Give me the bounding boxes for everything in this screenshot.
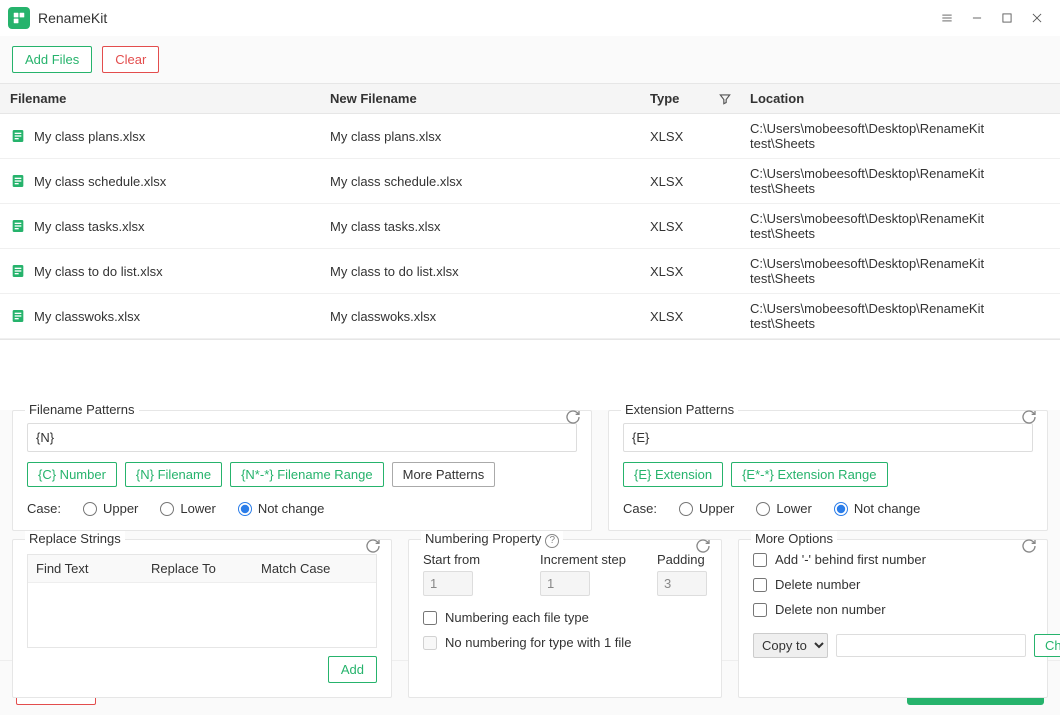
cell-new-filename: My class to do list.xlsx — [320, 249, 640, 293]
replace-strings-body[interactable] — [28, 583, 376, 647]
table-row[interactable]: My class tasks.xlsxMy class tasks.xlsxXL… — [0, 204, 1060, 249]
filename-patterns-panel: Filename Patterns {C} Number {N} Filenam… — [12, 410, 592, 531]
cell-filename: My class tasks.xlsx — [0, 204, 320, 248]
cell-type: XLSX — [640, 159, 740, 203]
cell-type: XLSX — [640, 114, 740, 158]
th-filename[interactable]: Filename — [0, 84, 320, 113]
no-numbering-1-file-checkbox[interactable]: No numbering for type with 1 file — [423, 635, 707, 650]
cell-type: XLSX — [640, 249, 740, 293]
app-icon — [8, 7, 30, 29]
cell-new-filename: My classwoks.xlsx — [320, 294, 640, 338]
cell-new-filename: My class plans.xlsx — [320, 114, 640, 158]
titlebar: RenameKit — [0, 0, 1060, 36]
delete-number-checkbox[interactable]: Delete number — [753, 577, 1033, 592]
cell-location: C:\Users\mobeesoft\Desktop\RenameKit tes… — [740, 114, 1060, 158]
minimize-icon[interactable] — [962, 3, 992, 33]
ext-case-upper-radio[interactable]: Upper — [679, 501, 734, 516]
numbering-each-type-checkbox[interactable]: Numbering each file type — [423, 610, 707, 625]
start-from-input[interactable] — [423, 571, 473, 596]
refresh-icon[interactable] — [695, 538, 713, 556]
toolbar: Add Files Clear — [0, 36, 1060, 83]
extension-patterns-panel: Extension Patterns {E} Extension {E*-*} … — [608, 410, 1048, 531]
cell-filename: My class schedule.xlsx — [0, 159, 320, 203]
table-row[interactable]: My class plans.xlsxMy class plans.xlsxXL… — [0, 114, 1060, 159]
filename-pattern-input[interactable] — [27, 423, 577, 452]
cell-new-filename: My class tasks.xlsx — [320, 204, 640, 248]
tag-filename-range[interactable]: {N*-*} Filename Range — [230, 462, 384, 487]
help-icon[interactable]: ? — [545, 534, 559, 548]
cell-type: XLSX — [640, 204, 740, 248]
rs-th-replace: Replace To — [143, 555, 253, 582]
case-lower-radio[interactable]: Lower — [160, 501, 215, 516]
app-title: RenameKit — [38, 10, 107, 26]
extension-pattern-input[interactable] — [623, 423, 1033, 452]
start-from-label: Start from — [423, 552, 528, 567]
case-upper-radio[interactable]: Upper — [83, 501, 138, 516]
filter-icon[interactable] — [718, 92, 732, 109]
cell-location: C:\Users\mobeesoft\Desktop\RenameKit tes… — [740, 249, 1060, 293]
delete-non-number-checkbox[interactable]: Delete non number — [753, 602, 1033, 617]
refresh-icon[interactable] — [565, 409, 583, 427]
add-files-button[interactable]: Add Files — [12, 46, 92, 73]
table-row[interactable]: My classwoks.xlsxMy classwoks.xlsxXLSXC:… — [0, 294, 1060, 339]
tag-filename[interactable]: {N} Filename — [125, 462, 222, 487]
cell-type: XLSX — [640, 294, 740, 338]
th-location[interactable]: Location — [740, 84, 1060, 113]
more-options-panel: More Options Add '-' behind first number… — [738, 539, 1048, 698]
filename-patterns-legend: Filename Patterns — [25, 402, 139, 417]
add-replace-button[interactable]: Add — [328, 656, 377, 683]
close-icon[interactable] — [1022, 3, 1052, 33]
replace-strings-legend: Replace Strings — [25, 531, 125, 546]
numbering-legend: Numbering Property? — [421, 531, 563, 548]
menu-icon[interactable] — [932, 3, 962, 33]
cell-location: C:\Users\mobeesoft\Desktop\RenameKit tes… — [740, 159, 1060, 203]
cell-location: C:\Users\mobeesoft\Desktop\RenameKit tes… — [740, 204, 1060, 248]
cell-new-filename: My class schedule.xlsx — [320, 159, 640, 203]
cell-filename: My class plans.xlsx — [0, 114, 320, 158]
rs-th-match: Match Case — [253, 555, 376, 582]
case-label: Case: — [623, 501, 657, 516]
ext-case-notchange-radio[interactable]: Not change — [834, 501, 921, 516]
add-dash-checkbox[interactable]: Add '-' behind first number — [753, 552, 1033, 567]
refresh-icon[interactable] — [1021, 538, 1039, 556]
numbering-property-panel: Numbering Property? Start from Increment… — [408, 539, 722, 698]
increment-label: Increment step — [540, 552, 645, 567]
refresh-icon[interactable] — [1021, 409, 1039, 427]
tag-extension[interactable]: {E} Extension — [623, 462, 723, 487]
refresh-icon[interactable] — [365, 538, 383, 556]
table-row[interactable]: My class schedule.xlsxMy class schedule.… — [0, 159, 1060, 204]
cell-location: C:\Users\mobeesoft\Desktop\RenameKit tes… — [740, 294, 1060, 338]
change-button[interactable]: Change — [1034, 634, 1060, 657]
more-patterns-button[interactable]: More Patterns — [392, 462, 496, 487]
replace-strings-panel: Replace Strings Find Text Replace To Mat… — [12, 539, 392, 698]
tag-extension-range[interactable]: {E*-*} Extension Range — [731, 462, 887, 487]
file-table: Filename New Filename Type Location My c… — [0, 83, 1060, 340]
extension-patterns-legend: Extension Patterns — [621, 402, 738, 417]
cell-filename: My classwoks.xlsx — [0, 294, 320, 338]
case-label: Case: — [27, 501, 61, 516]
rs-th-find: Find Text — [28, 555, 143, 582]
padding-input[interactable] — [657, 571, 707, 596]
table-row[interactable]: My class to do list.xlsxMy class to do l… — [0, 249, 1060, 294]
th-type[interactable]: Type — [640, 84, 740, 113]
th-new-filename[interactable]: New Filename — [320, 84, 640, 113]
ext-case-lower-radio[interactable]: Lower — [756, 501, 811, 516]
copy-to-path-input[interactable] — [836, 634, 1026, 657]
cell-filename: My class to do list.xlsx — [0, 249, 320, 293]
case-notchange-radio[interactable]: Not change — [238, 501, 325, 516]
copy-to-select[interactable]: Copy to — [753, 633, 828, 658]
maximize-icon[interactable] — [992, 3, 1022, 33]
increment-input[interactable] — [540, 571, 590, 596]
tag-number[interactable]: {C} Number — [27, 462, 117, 487]
more-options-legend: More Options — [751, 531, 837, 546]
clear-button[interactable]: Clear — [102, 46, 159, 73]
